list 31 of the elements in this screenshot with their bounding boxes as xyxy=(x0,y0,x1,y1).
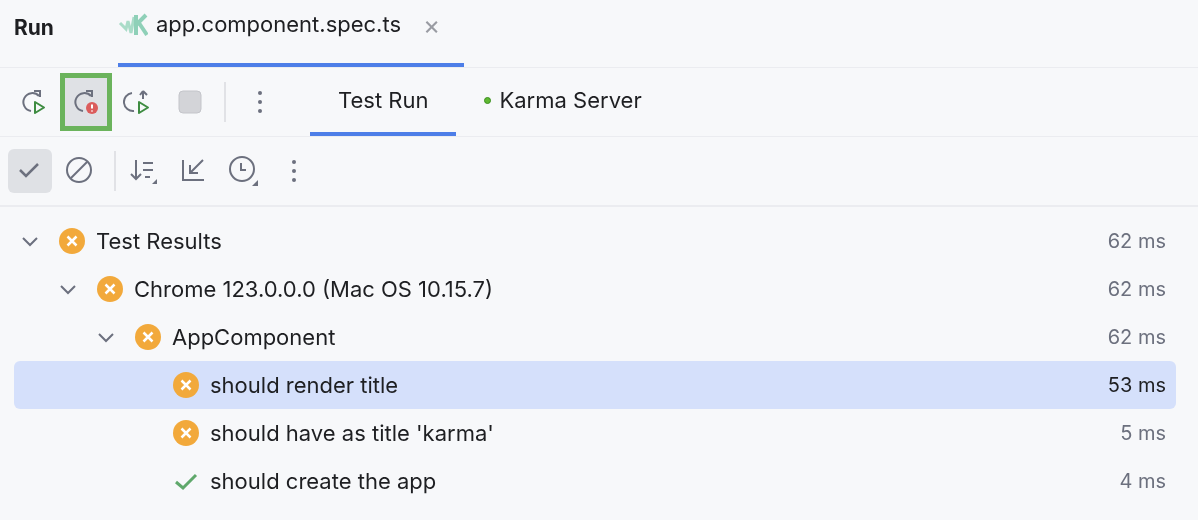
rerun-failed-icon xyxy=(71,87,101,117)
tree-row[interactable]: should have as title 'karma' 5 ms xyxy=(14,409,1176,457)
duration: 62 ms xyxy=(1107,276,1166,303)
stop-icon xyxy=(175,87,205,117)
test-name: Test Results xyxy=(96,226,223,256)
test-name: should render title xyxy=(210,370,400,400)
more-icon xyxy=(292,160,296,182)
toolbar-button[interactable] xyxy=(60,73,112,131)
test-name: Chrome 123.0.0.0 (Mac OS 10.15.7) xyxy=(134,274,495,304)
tree-row[interactable]: Chrome 123.0.0.0 (Mac OS 10.15.7) 62 ms xyxy=(14,265,1176,313)
duration: 53 ms xyxy=(1107,372,1166,399)
tree-row[interactable]: AppComponent 62 ms xyxy=(14,313,1176,361)
duration: 5 ms xyxy=(1120,420,1166,447)
clock-icon xyxy=(228,155,260,187)
test-name: should have as title 'karma' xyxy=(210,418,495,448)
test-name: AppComponent xyxy=(172,322,337,352)
duration: 62 ms xyxy=(1107,228,1166,255)
view-tab[interactable]: Test Run xyxy=(310,68,457,136)
more-icon xyxy=(258,91,262,113)
tree-row[interactable]: should create the app 4 ms xyxy=(14,457,1176,505)
tree-row[interactable]: should render title 53 ms xyxy=(14,361,1176,409)
filter-button[interactable] xyxy=(8,149,52,193)
panel-title: Run xyxy=(13,13,55,42)
duration: 4 ms xyxy=(1119,468,1166,495)
karma-logo-icon xyxy=(117,12,148,37)
duration: 62 ms xyxy=(1107,324,1166,351)
file-tab[interactable]: app.component.spec.ts × xyxy=(117,8,465,67)
view-tab[interactable]: Karma Server xyxy=(456,68,670,136)
test-name: should create the app xyxy=(210,466,438,496)
tree-row[interactable]: Test Results 62 ms xyxy=(14,217,1176,265)
file-tab-label: app.component.spec.ts xyxy=(155,10,402,39)
